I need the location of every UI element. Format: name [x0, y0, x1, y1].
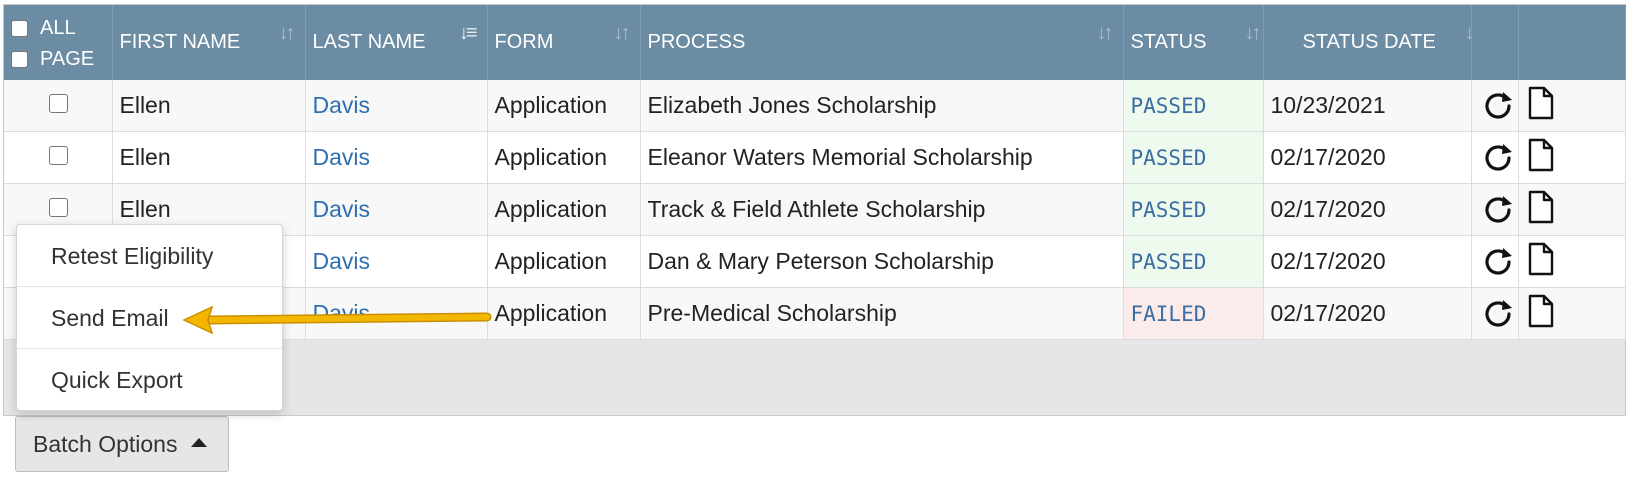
- document-icon[interactable]: [1527, 242, 1555, 276]
- form-cell: Application: [487, 80, 641, 132]
- form-cell: Application: [487, 235, 641, 288]
- column-label: PROCESS: [647, 31, 746, 53]
- document-icon[interactable]: [1527, 138, 1555, 172]
- column-header-view: [1518, 5, 1626, 80]
- sort-ascending-icon[interactable]: ↓≡: [459, 22, 478, 45]
- view-cell: [1518, 183, 1626, 236]
- view-cell: [1518, 131, 1626, 184]
- sort-icon[interactable]: ↓↑: [1097, 22, 1114, 45]
- document-icon[interactable]: [1527, 294, 1555, 328]
- row-select-cell: [4, 80, 113, 132]
- view-cell: [1518, 235, 1626, 288]
- status-badge: FAILED: [1123, 287, 1264, 340]
- table-row[interactable]: Ellen Davis Application Elizabeth Jones Sch…: [4, 80, 1626, 132]
- last-name-link[interactable]: Davis: [305, 235, 488, 288]
- status-date-cell: 10/23/2021: [1263, 80, 1472, 132]
- status-date-cell: 02/17/2020: [1263, 235, 1472, 288]
- status-date-cell: 02/17/2020: [1263, 131, 1472, 184]
- column-header-last-name[interactable]: LAST NAME ↓≡: [305, 5, 488, 80]
- column-header-retest: [1471, 5, 1519, 80]
- select-all-option[interactable]: ALL: [11, 17, 112, 40]
- last-name-link[interactable]: Davis: [305, 287, 488, 340]
- select-page-checkbox[interactable]: [11, 50, 28, 68]
- header-row: ALL PAGE FIRST NAME ↓↑ LAST NAME ↓≡ FORM ↓↑…: [4, 5, 1626, 80]
- column-header-process[interactable]: PROCESS ↓↑: [640, 5, 1124, 80]
- column-header-form[interactable]: FORM ↓↑: [487, 5, 641, 80]
- sort-icon[interactable]: ↓↑: [279, 22, 296, 45]
- refresh-icon[interactable]: [1479, 193, 1518, 227]
- menu-item-send-email[interactable]: Send Email: [17, 287, 282, 349]
- column-header-status-date[interactable]: STATUS DATE↓↑: [1263, 5, 1482, 80]
- form-cell: Application: [487, 183, 641, 236]
- row-checkbox[interactable]: [49, 198, 68, 217]
- column-label: STATUS: [1130, 31, 1207, 53]
- process-cell: Elizabeth Jones Scholarship: [640, 80, 1124, 132]
- select-page-option[interactable]: PAGE: [11, 48, 112, 71]
- table-row[interactable]: Ellen Davis Application Eleanor Waters Memo…: [4, 131, 1626, 184]
- column-label: FIRST NAME: [119, 31, 241, 53]
- select-header: ALL PAGE: [4, 5, 113, 80]
- view-cell: [1518, 287, 1626, 340]
- menu-item-quick-export[interactable]: Quick Export: [17, 349, 282, 411]
- batch-options-menu: Retest Eligibility Send Email Quick Expo…: [16, 224, 283, 411]
- column-label: FORM: [494, 31, 554, 53]
- status-badge: PASSED: [1123, 80, 1264, 132]
- column-header-status[interactable]: STATUS ↓↑: [1123, 5, 1264, 80]
- status-date-cell: 02/17/2020: [1263, 183, 1472, 236]
- status-badge: PASSED: [1123, 183, 1264, 236]
- first-name-cell: Ellen: [112, 131, 306, 184]
- process-cell: Track & Field Athlete Scholarship: [640, 183, 1124, 236]
- select-page-label: PAGE: [40, 47, 95, 70]
- retest-cell: [1471, 287, 1519, 340]
- refresh-icon[interactable]: [1479, 89, 1518, 123]
- document-icon[interactable]: [1527, 190, 1555, 224]
- last-name-link[interactable]: Davis: [305, 131, 488, 184]
- first-name-cell: Ellen: [112, 80, 306, 132]
- retest-cell: [1471, 131, 1519, 184]
- retest-cell: [1471, 183, 1519, 236]
- select-all-checkbox[interactable]: [11, 19, 28, 37]
- sort-icon[interactable]: ↓↑: [614, 22, 631, 45]
- column-label: LAST NAME: [312, 31, 426, 53]
- process-cell: Pre-Medical Scholarship: [640, 287, 1124, 340]
- row-select-cell: [4, 131, 113, 184]
- batch-options-button[interactable]: Batch Options: [15, 416, 229, 472]
- refresh-icon[interactable]: [1479, 141, 1518, 175]
- select-all-label: ALL: [40, 16, 76, 39]
- refresh-icon[interactable]: [1479, 297, 1518, 331]
- row-checkbox[interactable]: [49, 146, 68, 165]
- status-badge: PASSED: [1123, 131, 1264, 184]
- form-cell: Application: [487, 287, 641, 340]
- row-checkbox[interactable]: [49, 94, 68, 113]
- document-icon[interactable]: [1527, 86, 1555, 120]
- column-header-first-name[interactable]: FIRST NAME ↓↑: [112, 5, 306, 80]
- caret-up-icon: [191, 437, 208, 447]
- sort-icon[interactable]: ↓↑: [1245, 22, 1262, 45]
- column-label: STATUS DATE: [1302, 31, 1436, 53]
- process-cell: Dan & Mary Peterson Scholarship: [640, 235, 1124, 288]
- view-cell: [1518, 80, 1626, 132]
- form-cell: Application: [487, 131, 641, 184]
- refresh-icon[interactable]: [1479, 245, 1518, 279]
- process-cell: Eleanor Waters Memorial Scholarship: [640, 131, 1124, 184]
- menu-item-retest-eligibility[interactable]: Retest Eligibility: [17, 225, 282, 287]
- status-date-cell: 02/17/2020: [1263, 287, 1472, 340]
- retest-cell: [1471, 235, 1519, 288]
- retest-cell: [1471, 80, 1519, 132]
- batch-options-label: Batch Options: [33, 430, 178, 457]
- last-name-link[interactable]: Davis: [305, 80, 488, 132]
- status-badge: PASSED: [1123, 235, 1264, 288]
- last-name-link[interactable]: Davis: [305, 183, 488, 236]
